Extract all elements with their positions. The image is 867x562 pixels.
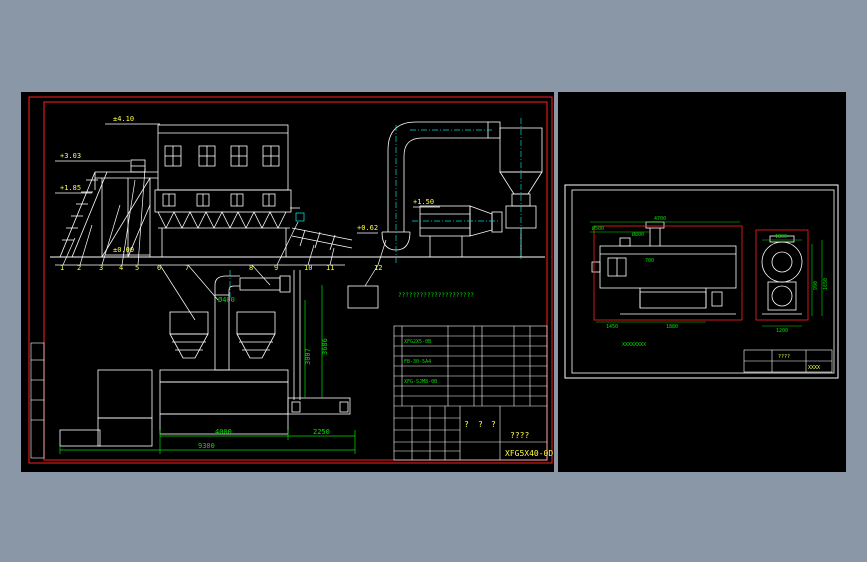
part-number-4: 4	[119, 264, 123, 272]
elevation-label-5: +1.50	[413, 198, 434, 206]
dimension-label-5: 2250	[313, 428, 330, 436]
title-block-mark-2: ?	[478, 420, 483, 429]
side-title-code: XXXX	[808, 365, 820, 371]
dimension-label-6: 9300	[198, 442, 215, 450]
drawing-code: XFG5X40-0D	[505, 449, 553, 458]
side-dimension-2: Ø500	[592, 225, 604, 232]
part-number-9: 9	[274, 264, 278, 272]
dimension-label-3: 3686	[321, 338, 329, 355]
title-block-row-2: FB-30-5A4	[404, 359, 431, 365]
drawing-name: ????	[510, 431, 529, 440]
elevation-label-2: +3.03	[60, 152, 81, 160]
part-number-10: 10	[304, 264, 312, 272]
elevation-label-6: +0.62	[357, 224, 378, 232]
dimension-label-2: 3007	[304, 348, 312, 365]
dimension-label-1: Ø400	[218, 296, 235, 304]
part-number-7: 7	[185, 264, 189, 272]
part-number-3: 3	[99, 264, 103, 272]
side-sheet: 4700 Ø500 Ø800 1450 1880 1800 700 990 16…	[558, 92, 846, 472]
side-title-name: ????	[778, 354, 790, 360]
elevation-label-3: +1.85	[60, 184, 81, 192]
cad-drawing-viewport: ±4.10 +3.03 +1.85 ±0.00 +1.50 +0.62 1 2 …	[21, 92, 846, 472]
side-small-label: XXXXXXXX	[622, 342, 646, 348]
side-sheet-canvas	[558, 92, 846, 472]
main-sheet: ±4.10 +3.03 +1.85 ±0.00 +1.50 +0.62 1 2 …	[21, 92, 554, 472]
part-number-5: 5	[135, 264, 139, 272]
part-number-1: 1	[60, 264, 64, 272]
side-dimension-3: Ø800	[632, 231, 644, 238]
side-dimension-1: 4700	[654, 216, 666, 222]
elevation-label-1: ±4.10	[113, 115, 134, 123]
part-number-8: 8	[249, 264, 253, 272]
side-dimension-8: 990	[813, 281, 819, 290]
side-dimension-5: 1880	[666, 324, 678, 330]
general-note: ?????????????????????	[398, 292, 474, 299]
side-dimension-7: 700	[645, 258, 654, 264]
side-dimension-6: 1800	[775, 234, 787, 240]
title-block-row-3: XFG-SJM8-0B	[404, 379, 437, 385]
part-number-11: 11	[326, 264, 334, 272]
title-block-mark-1: ?	[464, 420, 469, 429]
main-sheet-canvas	[21, 92, 554, 472]
dimension-label-4: 4000	[215, 428, 232, 436]
side-dimension-10: 1200	[776, 328, 788, 334]
side-dimension-4: 1450	[606, 324, 618, 330]
part-number-2: 2	[77, 264, 81, 272]
title-block-row-1: XFG2X5-0B	[404, 339, 431, 345]
part-number-6: 6	[157, 264, 161, 272]
side-dimension-9: 1650	[823, 278, 829, 290]
title-block-mark-3: ?	[491, 420, 496, 429]
